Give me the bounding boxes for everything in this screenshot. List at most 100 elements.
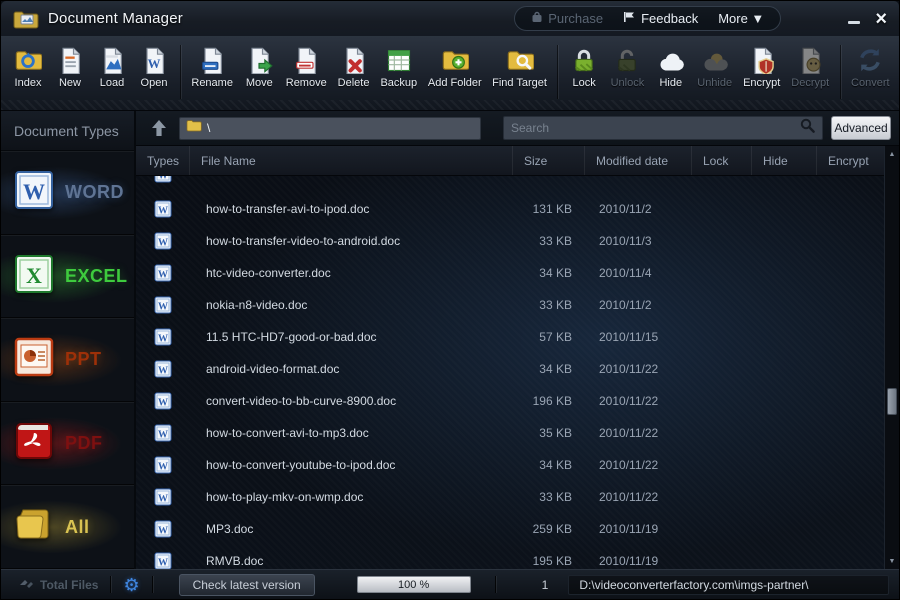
file-date-cell: 2010/11/22 — [584, 394, 691, 408]
excel-type-icon: X — [14, 254, 54, 299]
pie-chart-icon — [19, 577, 34, 593]
column-header-modified-date[interactable]: Modified date — [584, 146, 691, 175]
hide-cloud-icon — [656, 45, 686, 75]
table-row[interactable]: Whow-to-convert-youtube-to-ipod.doc34 KB… — [136, 449, 884, 481]
file-date-cell: 2010/11/19 — [584, 554, 691, 568]
table-row[interactable]: Whow-to-transfer-video-to-android.doc33 … — [136, 225, 884, 257]
unhide-cloud-icon — [700, 45, 730, 75]
file-name-cell: how-to-transfer-avi-to-ipod.doc — [189, 202, 512, 216]
toolbar-button-hide[interactable]: Hide — [650, 43, 692, 91]
vertical-scrollbar[interactable]: ▲ ▼ — [884, 146, 899, 569]
toolbar-label: Load — [100, 77, 124, 89]
up-directory-button[interactable] — [145, 116, 173, 140]
file-size-cell: 259 KB — [512, 522, 584, 536]
toolbar-button-delete[interactable]: Delete — [332, 43, 375, 91]
table-row[interactable]: Whow-to-play-mkv-on-wmp.doc33 KB2010/11/… — [136, 481, 884, 513]
word-type-icon: W — [14, 170, 54, 215]
word-doc-icon: W — [154, 328, 172, 346]
toolbar-button-move[interactable]: Move — [238, 43, 280, 91]
svg-text:X: X — [26, 263, 42, 288]
table-row[interactable]: Wandroid-video-format.doc34 KB2010/11/22 — [136, 353, 884, 385]
sidebar-item-pdf[interactable]: PDF — [1, 402, 134, 486]
more-menu-button[interactable]: More ▼ — [718, 11, 764, 26]
lock-icon — [569, 45, 599, 75]
toolbar-button-add-folder[interactable]: Add Folder — [423, 43, 487, 91]
statusbar-divider — [495, 576, 496, 593]
scroll-up-icon[interactable]: ▲ — [885, 147, 899, 161]
file-type-cell: W — [136, 488, 189, 506]
close-button[interactable]: × — [875, 12, 887, 26]
table-row[interactable]: WRMVB.doc195 KB2010/11/19 — [136, 545, 884, 569]
sidebar-item-word[interactable]: W WORD — [1, 151, 134, 235]
backup-icon — [384, 45, 414, 75]
table-row-partial[interactable]: W — [136, 176, 884, 193]
toolbar-label: Add Folder — [428, 77, 482, 89]
total-files-indicator[interactable]: Total Files — [19, 577, 98, 593]
toolbar-button-unlock: Unlock — [605, 43, 650, 91]
index-folder-icon — [13, 45, 43, 75]
file-name-cell: how-to-play-mkv-on-wmp.doc — [189, 490, 512, 504]
toolbar-button-index[interactable]: Index — [7, 43, 49, 91]
statusbar-divider — [152, 576, 153, 593]
column-header-size[interactable]: Size — [512, 146, 584, 175]
svg-text:W: W — [158, 176, 168, 182]
toolbar-button-load[interactable]: Load — [91, 43, 133, 91]
column-header-lock[interactable]: Lock — [691, 146, 751, 175]
table-row[interactable]: Whtc-video-converter.doc34 KB2010/11/4 — [136, 257, 884, 289]
table-row[interactable]: WMP3.doc259 KB2010/11/19 — [136, 513, 884, 545]
toolbar-button-open[interactable]: WOpen — [133, 43, 175, 91]
pathbar: Advanced — [136, 111, 899, 146]
feedback-button[interactable]: Feedback — [623, 11, 698, 26]
file-type-cell: W — [136, 176, 189, 183]
advanced-search-button[interactable]: Advanced — [831, 116, 891, 140]
toolbar-button-remove[interactable]: Remove — [280, 43, 332, 91]
toolbar-button-lock[interactable]: Lock — [563, 43, 605, 91]
find-target-icon — [505, 45, 535, 75]
file-type-cell: W — [136, 520, 189, 538]
sidebar-item-excel[interactable]: XEXCEL — [1, 235, 134, 319]
sidebar-item-all[interactable]: All — [1, 485, 134, 569]
toolbar-button-rename[interactable]: Rename — [186, 43, 238, 91]
file-date-cell: 2010/11/3 — [584, 234, 691, 248]
file-size-cell: 34 KB — [512, 266, 584, 280]
column-header-hide[interactable]: Hide — [751, 146, 816, 175]
gear-icon[interactable]: ⚙ — [123, 576, 139, 594]
word-doc-icon: W — [154, 200, 172, 218]
path-input[interactable] — [207, 121, 474, 135]
toolbar-button-encrypt[interactable]: Encrypt — [738, 43, 786, 91]
file-name-cell: android-video-format.doc — [189, 362, 512, 376]
column-header-types[interactable]: Types — [136, 146, 189, 175]
minimize-button[interactable] — [847, 12, 861, 26]
search-icon[interactable] — [800, 118, 815, 138]
toolbar-label: Rename — [191, 77, 233, 89]
svg-text:W: W — [158, 302, 168, 313]
file-date-cell: 2010/11/22 — [584, 490, 691, 504]
table-row[interactable]: Whow-to-transfer-avi-to-ipod.doc131 KB20… — [136, 193, 884, 225]
scroll-down-icon[interactable]: ▼ — [885, 554, 899, 568]
table-row[interactable]: W11.5 HTC-HD7-good-or-bad.doc57 KB2010/1… — [136, 321, 884, 353]
check-latest-version-button[interactable]: Check latest version — [179, 574, 315, 596]
scrollbar-thumb[interactable] — [887, 388, 897, 415]
file-date-cell: 2010/11/22 — [584, 458, 691, 472]
sidebar-item-ppt[interactable]: PPT — [1, 318, 134, 402]
table-row[interactable]: Wconvert-video-to-bb-curve-8900.doc196 K… — [136, 385, 884, 417]
column-header-file-name[interactable]: File Name — [189, 146, 512, 175]
purchase-button[interactable]: Purchase — [531, 11, 603, 26]
file-date-cell: 2010/11/22 — [584, 362, 691, 376]
toolbar-button-new[interactable]: New — [49, 43, 91, 91]
search-input[interactable] — [511, 121, 800, 135]
table-row[interactable]: Whow-to-convert-avi-to-mp3.doc35 KB2010/… — [136, 417, 884, 449]
svg-text:W: W — [158, 462, 168, 473]
word-doc-icon: W — [154, 424, 172, 442]
svg-text:W: W — [158, 238, 168, 249]
purchase-label: Purchase — [548, 11, 603, 26]
toolbar-button-find-target[interactable]: Find Target — [487, 43, 552, 91]
file-size-cell: 34 KB — [512, 362, 584, 376]
word-doc-icon: W — [154, 456, 172, 474]
table-row[interactable]: Wnokia-n8-video.doc33 KB2010/11/2 — [136, 289, 884, 321]
ppt-type-icon — [14, 337, 54, 382]
sidebar-item-label: WORD — [65, 182, 124, 203]
toolbar-button-backup[interactable]: Backup — [375, 43, 423, 91]
svg-text:W: W — [158, 334, 168, 345]
column-header-encrypt[interactable]: Encrypt — [816, 146, 886, 175]
